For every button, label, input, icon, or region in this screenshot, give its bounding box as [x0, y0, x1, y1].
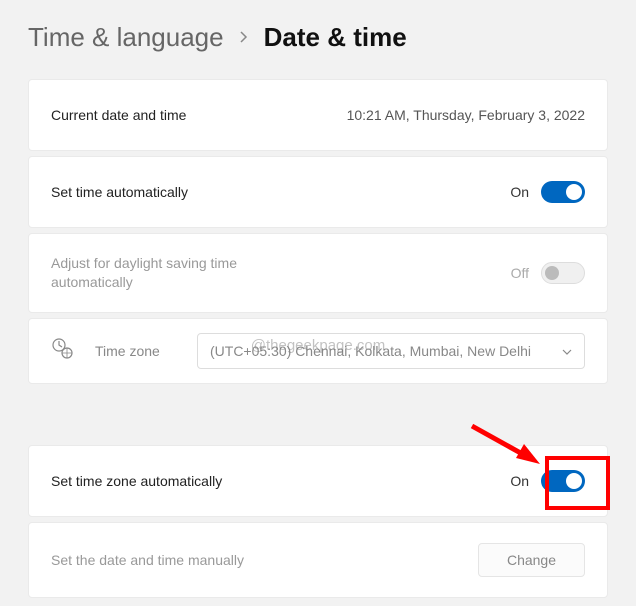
adjust-dst-toggle [541, 262, 585, 284]
chevron-down-icon [562, 344, 572, 358]
timezone-select: (UTC+05:30) Chennai, Kolkata, Mumbai, Ne… [197, 333, 585, 369]
page-title: Date & time [264, 22, 407, 53]
set-time-auto-label: Set time automatically [51, 184, 188, 200]
timezone-select-value: (UTC+05:30) Chennai, Kolkata, Mumbai, Ne… [210, 343, 531, 359]
breadcrumb: Time & language Date & time [0, 0, 636, 79]
adjust-dst-row: Adjust for daylight saving time automati… [28, 233, 608, 313]
current-datetime-row: Current date and time 10:21 AM, Thursday… [28, 79, 608, 151]
set-time-auto-row: Set time automatically On [28, 156, 608, 228]
timezone-label: Time zone [95, 343, 175, 359]
set-tz-auto-row: Set time zone automatically On [28, 445, 608, 517]
set-time-auto-toggle[interactable] [541, 181, 585, 203]
current-datetime-label: Current date and time [51, 107, 186, 123]
set-time-auto-state: On [510, 184, 529, 200]
set-tz-auto-label: Set time zone automatically [51, 473, 222, 489]
change-button: Change [478, 543, 585, 577]
set-tz-auto-toggle[interactable] [541, 470, 585, 492]
adjust-dst-label: Adjust for daylight saving time automati… [51, 254, 311, 292]
set-manually-row: Set the date and time manually Change [28, 522, 608, 598]
adjust-dst-state: Off [511, 265, 529, 281]
set-tz-auto-state: On [510, 473, 529, 489]
breadcrumb-parent-link[interactable]: Time & language [28, 22, 224, 53]
globe-clock-icon [51, 337, 73, 364]
chevron-right-icon [238, 27, 250, 48]
timezone-row: Time zone (UTC+05:30) Chennai, Kolkata, … [28, 318, 608, 384]
current-datetime-value: 10:21 AM, Thursday, February 3, 2022 [347, 107, 585, 123]
set-manually-label: Set the date and time manually [51, 552, 244, 568]
